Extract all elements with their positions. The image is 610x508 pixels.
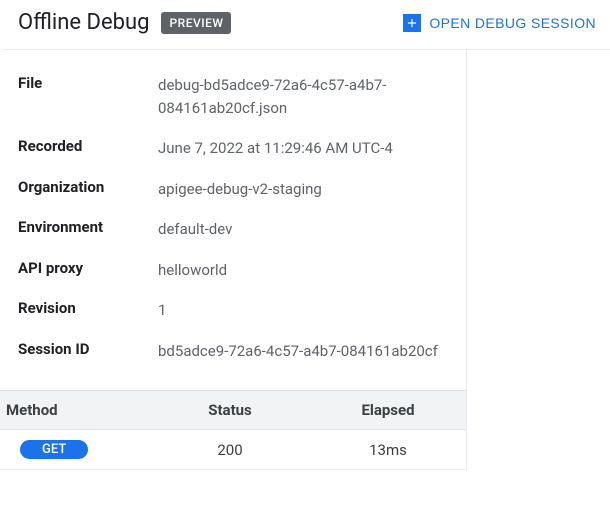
file-value: debug-bd5adce9-72a6-4c57-a4b7-084161ab20… <box>158 74 448 119</box>
recorded-value: June 7, 2022 at 11:29:46 AM UTC-4 <box>158 137 448 160</box>
environment-label: Environment <box>18 218 158 236</box>
session-id-value: bd5adce9-72a6-4c57-a4b7-084161ab20cf <box>158 340 448 363</box>
open-debug-session-button[interactable]: OPEN DEBUG SESSION <box>403 14 596 32</box>
elapsed-cell: 13ms <box>310 441 466 459</box>
revision-value: 1 <box>158 299 448 322</box>
detail-row-api-proxy: API proxy helloworld <box>18 259 448 282</box>
session-details: File debug-bd5adce9-72a6-4c57-a4b7-08416… <box>0 50 466 390</box>
organization-label: Organization <box>18 178 158 196</box>
detail-row-organization: Organization apigee-debug-v2-staging <box>18 178 448 201</box>
page-header: Offline Debug PREVIEW OPEN DEBUG SESSION <box>0 0 610 49</box>
revision-label: Revision <box>18 299 158 317</box>
organization-value: apigee-debug-v2-staging <box>158 178 448 201</box>
transactions-table-header: Method Status Elapsed <box>0 390 466 430</box>
column-header-method: Method <box>0 401 150 419</box>
column-header-status: Status <box>150 401 310 419</box>
method-badge: GET <box>20 440 88 459</box>
header-left: Offline Debug PREVIEW <box>18 10 231 35</box>
file-label: File <box>18 74 158 92</box>
api-proxy-value: helloworld <box>158 259 448 282</box>
open-debug-session-label: OPEN DEBUG SESSION <box>429 15 596 31</box>
page-title: Offline Debug <box>18 10 149 35</box>
method-cell: GET <box>0 440 150 459</box>
table-row[interactable]: GET 200 13ms <box>0 430 466 470</box>
session-id-label: Session ID <box>18 340 158 358</box>
detail-row-file: File debug-bd5adce9-72a6-4c57-a4b7-08416… <box>18 74 448 119</box>
status-cell: 200 <box>150 441 310 459</box>
environment-value: default-dev <box>158 218 448 241</box>
main-column: File debug-bd5adce9-72a6-4c57-a4b7-08416… <box>0 50 467 470</box>
plus-icon <box>403 14 421 32</box>
column-header-elapsed: Elapsed <box>310 401 466 419</box>
detail-row-session-id: Session ID bd5adce9-72a6-4c57-a4b7-08416… <box>18 340 448 363</box>
recorded-label: Recorded <box>18 137 158 155</box>
detail-row-revision: Revision 1 <box>18 299 448 322</box>
preview-badge: PREVIEW <box>161 12 231 34</box>
detail-row-recorded: Recorded June 7, 2022 at 11:29:46 AM UTC… <box>18 137 448 160</box>
detail-row-environment: Environment default-dev <box>18 218 448 241</box>
content-wrap: File debug-bd5adce9-72a6-4c57-a4b7-08416… <box>0 50 610 470</box>
api-proxy-label: API proxy <box>18 259 158 277</box>
